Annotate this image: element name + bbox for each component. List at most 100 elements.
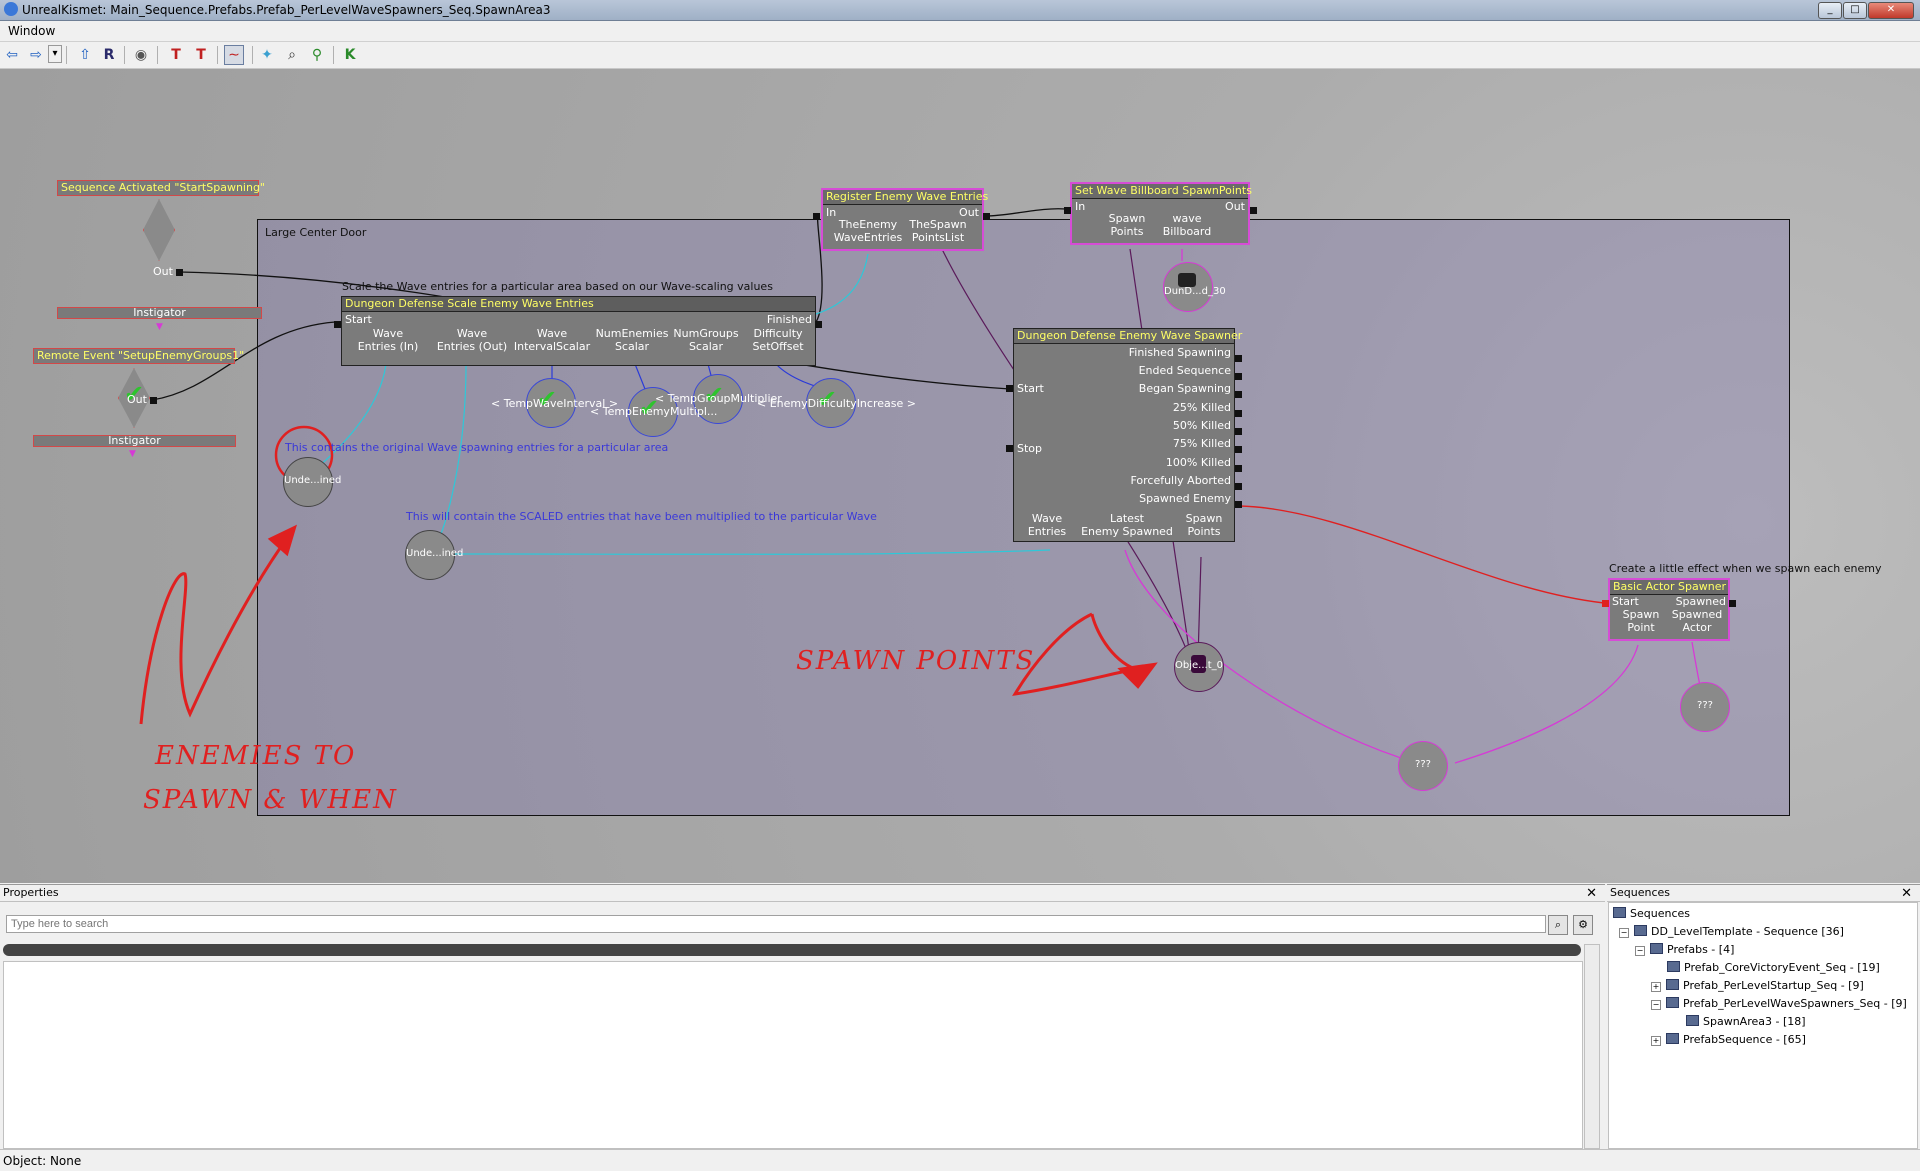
menu-window[interactable]: Window <box>8 24 55 38</box>
tree-item-sequences-root[interactable]: Sequences <box>1613 907 1690 920</box>
sequences-tree: Sequences − DD_LevelTemplate - Sequence [… <box>1608 902 1918 1149</box>
pin-in-label: In <box>1075 200 1086 213</box>
sequence-folder-icon <box>1650 943 1663 954</box>
out-connector[interactable] <box>1235 428 1242 435</box>
kismet-graph-canvas[interactable]: Large Center Door Scale the Wave entries… <box>0 69 1920 883</box>
out-connector[interactable] <box>1235 446 1242 453</box>
pin-out-connector[interactable] <box>176 269 183 276</box>
lightbulb-icon[interactable]: ✦ <box>257 45 277 65</box>
tree-item-per-level-startup[interactable]: + Prefab_PerLevelStartup_Seq - [9] <box>1651 979 1864 992</box>
node-sequence-activated[interactable]: Sequence Activated "StartSpawning" <box>57 180 265 196</box>
search-icon[interactable]: ⌕ <box>1548 915 1568 935</box>
minimize-button[interactable]: _ <box>1818 2 1842 19</box>
tree-expander-icon[interactable]: − <box>1635 946 1645 956</box>
sequence-folder-icon <box>1667 961 1680 972</box>
curve-view-icon[interactable]: ∼ <box>224 45 244 65</box>
properties-category-bar[interactable] <box>3 944 1581 956</box>
var-object-0[interactable]: Obje...t_0 <box>1174 642 1224 692</box>
pin-spawned-enemy: Spawned Enemy <box>1139 492 1231 505</box>
zoom-icon[interactable]: ⌕ <box>282 45 302 65</box>
tree-item-dd-level-template[interactable]: − DD_LevelTemplate - Sequence [36] <box>1619 925 1844 938</box>
history-dropdown-icon[interactable]: ▾ <box>48 45 62 63</box>
sequences-header: Sequences ✕ <box>1607 885 1920 902</box>
node-basic-actor-spawner[interactable]: Basic Actor Spawner Start Spawned Spawn P… <box>1608 578 1730 641</box>
node-register-enemy-wave-entries[interactable]: Register Enemy Wave Entries In Out TheEn… <box>821 188 988 251</box>
sequence-folder-icon <box>1666 1033 1679 1044</box>
var-dungeon-billboard[interactable]: DunD...d_30 <box>1163 262 1226 312</box>
pin-stop-connector[interactable] <box>1006 445 1013 452</box>
pin-start-connector[interactable] <box>334 321 341 328</box>
pin-finished-spawning: Finished Spawning <box>1128 346 1231 359</box>
search-sequence-icon[interactable]: T <box>166 45 186 65</box>
kismet-k-icon[interactable]: K <box>340 45 360 65</box>
pin-spawned-connector[interactable] <box>1729 600 1736 607</box>
out-connector[interactable] <box>1235 373 1242 380</box>
toolbar-separator <box>252 46 253 64</box>
sequence-folder-icon <box>1686 1015 1699 1026</box>
pin-in-connector[interactable] <box>1064 207 1071 214</box>
node-scale-enemy-wave-entries[interactable]: Dungeon Defense Scale Enemy Wave Entries… <box>341 296 816 366</box>
out-connector[interactable] <box>1235 410 1242 417</box>
out-connector[interactable] <box>1235 483 1242 490</box>
open-class-icon[interactable]: ⚲ <box>307 45 327 65</box>
forward-arrow-icon[interactable]: ⇨ <box>26 45 46 65</box>
sequence-folder-icon <box>1634 925 1647 936</box>
node-title: Basic Actor Spawner <box>1610 580 1728 595</box>
properties-search-input[interactable] <box>6 915 1546 933</box>
out-connector[interactable] <box>1235 355 1242 362</box>
pin-out-connector[interactable] <box>150 397 157 404</box>
pin-in-connector[interactable] <box>813 213 820 220</box>
tree-expander-icon[interactable]: + <box>1651 1036 1661 1046</box>
search-sequence-objects-icon[interactable]: T <box>191 45 211 65</box>
node-set-wave-billboard[interactable]: Set Wave Billboard SpawnPoints In Out Sp… <box>1070 182 1252 245</box>
note-scaled-entries: This will contain the SCALED entries tha… <box>406 510 877 523</box>
var-label-temp-enemy-multiplier: < TempEnemyMultipl... <box>590 405 718 418</box>
node-enemy-wave-spawner[interactable]: Dungeon Defense Enemy Wave Spawner Start… <box>1013 328 1242 542</box>
unreal-app-icon <box>4 2 18 16</box>
properties-close-icon[interactable]: ✕ <box>1586 886 1597 902</box>
view-eye-icon[interactable]: ◉ <box>131 45 151 65</box>
menu-bar: Window <box>0 21 1920 42</box>
var-unknown-2[interactable]: ??? <box>1680 682 1730 732</box>
tree-expander-icon[interactable]: − <box>1619 928 1629 938</box>
pin-out-label: Out <box>153 265 173 278</box>
pin-out-connector[interactable] <box>983 213 990 220</box>
maximize-button[interactable]: □ <box>1843 2 1867 19</box>
var-label-wave-entries-in: Wave Entries (In) <box>357 327 419 353</box>
pin-out-label: Out <box>127 393 147 406</box>
tree-item-prefabs[interactable]: − Prefabs - [4] <box>1635 943 1734 956</box>
tree-item-prefab-sequence[interactable]: + PrefabSequence - [65] <box>1651 1033 1806 1046</box>
pin-finished-connector[interactable] <box>815 321 822 328</box>
properties-title: Properties <box>3 886 59 899</box>
var-text: Unde...ined <box>406 548 464 559</box>
pin-start-connector[interactable] <box>1602 600 1609 607</box>
sequences-close-icon[interactable]: ✕ <box>1901 886 1912 902</box>
parent-sequence-icon[interactable]: ⇧ <box>75 45 95 65</box>
pin-out-connector[interactable] <box>1250 207 1257 214</box>
tree-expander-icon[interactable]: + <box>1651 982 1661 992</box>
tree-item-spawn-area-3[interactable]: SpawnArea3 - [18] <box>1686 1015 1806 1028</box>
search-options-icon[interactable]: ⚙ <box>1573 915 1593 935</box>
node-remote-event[interactable]: Remote Event "SetupEnemyGroups1" <box>33 348 244 364</box>
pin-began-spawning: Began Spawning <box>1138 382 1231 395</box>
var-text: DunD...d_30 <box>1164 286 1226 297</box>
var-text: ??? <box>1415 759 1431 770</box>
tree-item-core-victory-event[interactable]: Prefab_CoreVictoryEvent_Seq - [19] <box>1667 961 1880 974</box>
properties-body <box>3 961 1583 1149</box>
properties-scrollbar[interactable] <box>1584 944 1600 1149</box>
out-connector[interactable] <box>1235 501 1242 508</box>
var-undefined-scaled[interactable]: Unde...ined <box>405 530 464 580</box>
rename-sequence-icon[interactable]: R <box>99 45 119 65</box>
var-unknown-1[interactable]: ??? <box>1398 741 1448 791</box>
node-title: Dungeon Defense Enemy Wave Spawner <box>1014 329 1242 344</box>
tree-expander-icon[interactable]: − <box>1651 1000 1661 1010</box>
tree-item-per-level-wave-spawners[interactable]: − Prefab_PerLevelWaveSpawners_Seq - [9] <box>1651 997 1907 1010</box>
out-connector[interactable] <box>1235 465 1242 472</box>
close-window-button[interactable]: ✕ <box>1868 2 1914 19</box>
annotation-enemies-to: ENEMIES TO <box>155 741 357 771</box>
back-arrow-icon[interactable]: ⇦ <box>2 45 22 65</box>
toolbar-separator <box>66 46 67 64</box>
pin-start-connector[interactable] <box>1006 385 1013 392</box>
var-undefined-original[interactable]: Unde...ined <box>283 457 341 507</box>
out-connector[interactable] <box>1235 391 1242 398</box>
